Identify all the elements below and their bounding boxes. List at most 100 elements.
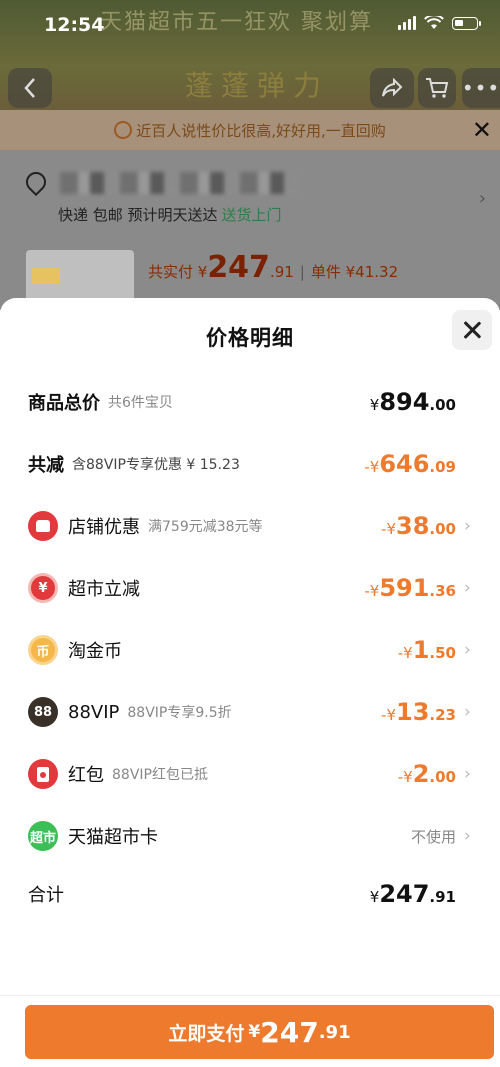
amount-dec: .50 (429, 644, 456, 662)
amount-currency: ¥ (369, 396, 380, 414)
chevron-right-icon: › (464, 578, 471, 598)
share-button[interactable] (370, 68, 414, 108)
address-blurred (60, 172, 300, 194)
cart-button[interactable] (418, 68, 456, 108)
back-button[interactable] (8, 68, 52, 108)
row-amount: ¥894.00 (370, 388, 456, 416)
row-amount: ¥247.91 (370, 880, 456, 908)
divider: | (299, 263, 305, 281)
red-packet-icon (28, 759, 58, 789)
paid-summary: 共实付 ¥247.91 | 单件 ¥41.32 (148, 250, 398, 285)
close-icon[interactable]: ✕ (472, 116, 492, 144)
close-button[interactable] (452, 310, 492, 350)
product-tag (32, 268, 60, 284)
amount-currency: ¥ (369, 888, 380, 906)
row-label: 淘金币 (68, 641, 122, 662)
paid-dec: .91 (269, 263, 294, 281)
row-sub: 含88VIP专享优惠 ¥ 15.23 (72, 457, 240, 473)
amount-int: 646 (379, 450, 430, 478)
review-tip-text: 近百人说性价比很高,好好用,一直回购 (136, 121, 386, 140)
row-amount: -¥ 646.09 (364, 450, 456, 478)
more-button[interactable]: ••• (462, 68, 500, 108)
amount-int: 247 (379, 880, 430, 908)
row-amount: -¥ 591.36 (364, 574, 456, 602)
amount-currency: -¥ (364, 458, 380, 476)
row-red-packet[interactable]: 红包 88VIP红包已抵 -¥ 2.00 › (28, 754, 474, 794)
amount-int: 591 (379, 574, 430, 602)
pay-currency: ¥ (248, 1022, 261, 1042)
amount-dec: .23 (429, 706, 456, 724)
row-label: 合计 (28, 885, 64, 906)
row-88vip[interactable]: 88 88VIP 88VIP专享9.5折 -¥ 13.23 › (28, 692, 474, 732)
review-tip: 近百人说性价比很高,好好用,一直回购 (0, 110, 500, 150)
amount-dec: .00 (429, 396, 456, 414)
row-amount: -¥ 38.00 (381, 512, 456, 540)
chevron-right-icon: › (464, 516, 471, 536)
row-label: 店铺优惠 (68, 517, 140, 538)
status-time: 12:54 (44, 14, 105, 36)
amount-dec: .09 (429, 458, 456, 476)
amount-currency: -¥ (364, 582, 380, 600)
amount-int: 2 (412, 760, 430, 788)
battery-icon (452, 16, 481, 30)
row-sub: 88VIP专享9.5折 (127, 705, 232, 721)
row-label: 天猫超市卡 (68, 827, 158, 848)
gold-coin-icon: 币 (28, 635, 58, 665)
amount-int: 894 (379, 388, 430, 416)
chevron-left-icon (24, 78, 35, 98)
shop-icon (28, 511, 58, 541)
row-label: 超市立减 (68, 579, 140, 600)
paid-int: 247 (207, 250, 270, 285)
row-label: 商品总价 (28, 393, 100, 414)
row-goods-total: 商品总价 共6件宝贝 ¥894.00 (28, 382, 474, 422)
chat-icon (114, 121, 133, 139)
amount-dec: .00 (429, 520, 456, 538)
row-sub: 满759元减38元等 (148, 519, 263, 535)
amount-currency: -¥ (381, 520, 397, 538)
row-total: 合计 ¥247.91 (28, 874, 474, 914)
cart-icon (426, 78, 449, 98)
row-coin[interactable]: 币 淘金币 -¥ 1.50 › (28, 630, 474, 670)
amount-dec: .91 (429, 888, 456, 906)
chevron-right-icon: › (464, 826, 471, 846)
market-card-icon: 超市 (28, 821, 58, 851)
shop-name: 蓬蓬弹力 (185, 69, 330, 102)
card-status: 不使用 (410, 827, 456, 846)
amount-currency: -¥ (397, 768, 413, 786)
unit-price: 单件 ¥41.32 (310, 263, 399, 281)
more-icon: ••• (461, 76, 500, 100)
row-market-card[interactable]: 超市 天猫超市卡 不使用 › (28, 816, 474, 856)
app-screen: 天猫超市五一狂欢 聚划算 12:54 蓬蓬弹力 ••• 近百人说性价比很高,好好… (0, 0, 500, 1067)
row-amount: -¥ 2.00 (398, 760, 456, 788)
amount-dec: .36 (429, 582, 456, 600)
paid-label: 共实付 ¥ (148, 263, 208, 281)
row-sub: 共6件宝贝 (108, 395, 173, 411)
amount-int: 13 (396, 698, 430, 726)
row-amount: -¥ 13.23 (381, 698, 456, 726)
sheet-title: 价格明细 (206, 326, 294, 350)
row-market-discount[interactable]: ¥ 超市立减 -¥ 591.36 › (28, 568, 474, 608)
row-amount: -¥ 1.50 (398, 636, 456, 664)
amount-int: 1 (412, 636, 430, 664)
row-label: 88VIP (68, 701, 120, 723)
close-icon (463, 321, 481, 339)
yen-coin-icon: ¥ (28, 573, 58, 603)
chevron-right-icon: › (478, 188, 486, 209)
status-icons (398, 16, 481, 30)
pay-int: 247 (260, 1015, 319, 1049)
signal-icon (398, 16, 416, 30)
wifi-icon (424, 16, 444, 29)
delivery-option: 送货上门 (221, 206, 282, 224)
chevron-right-icon: › (464, 702, 471, 722)
amount-dec: .00 (429, 768, 456, 786)
row-label: 红包 (68, 765, 104, 786)
pay-dec: .91 (318, 1021, 351, 1043)
shipping-info: 快递 包邮 预计明天送达 送货上门 (58, 204, 282, 225)
promo-banner-text: 天猫超市五一狂欢 聚划算 (100, 10, 373, 35)
row-shop-discount[interactable]: 店铺优惠 满759元减38元等 -¥ 38.00 › (28, 506, 474, 546)
shipping-text: 快递 包邮 预计明天送达 (58, 206, 218, 224)
pay-now-button[interactable]: 立即支付 ¥ 247 .91 (25, 1005, 494, 1059)
share-icon (382, 78, 403, 97)
pay-label: 立即支付 (168, 1022, 245, 1045)
amount-int: 38 (396, 512, 430, 540)
